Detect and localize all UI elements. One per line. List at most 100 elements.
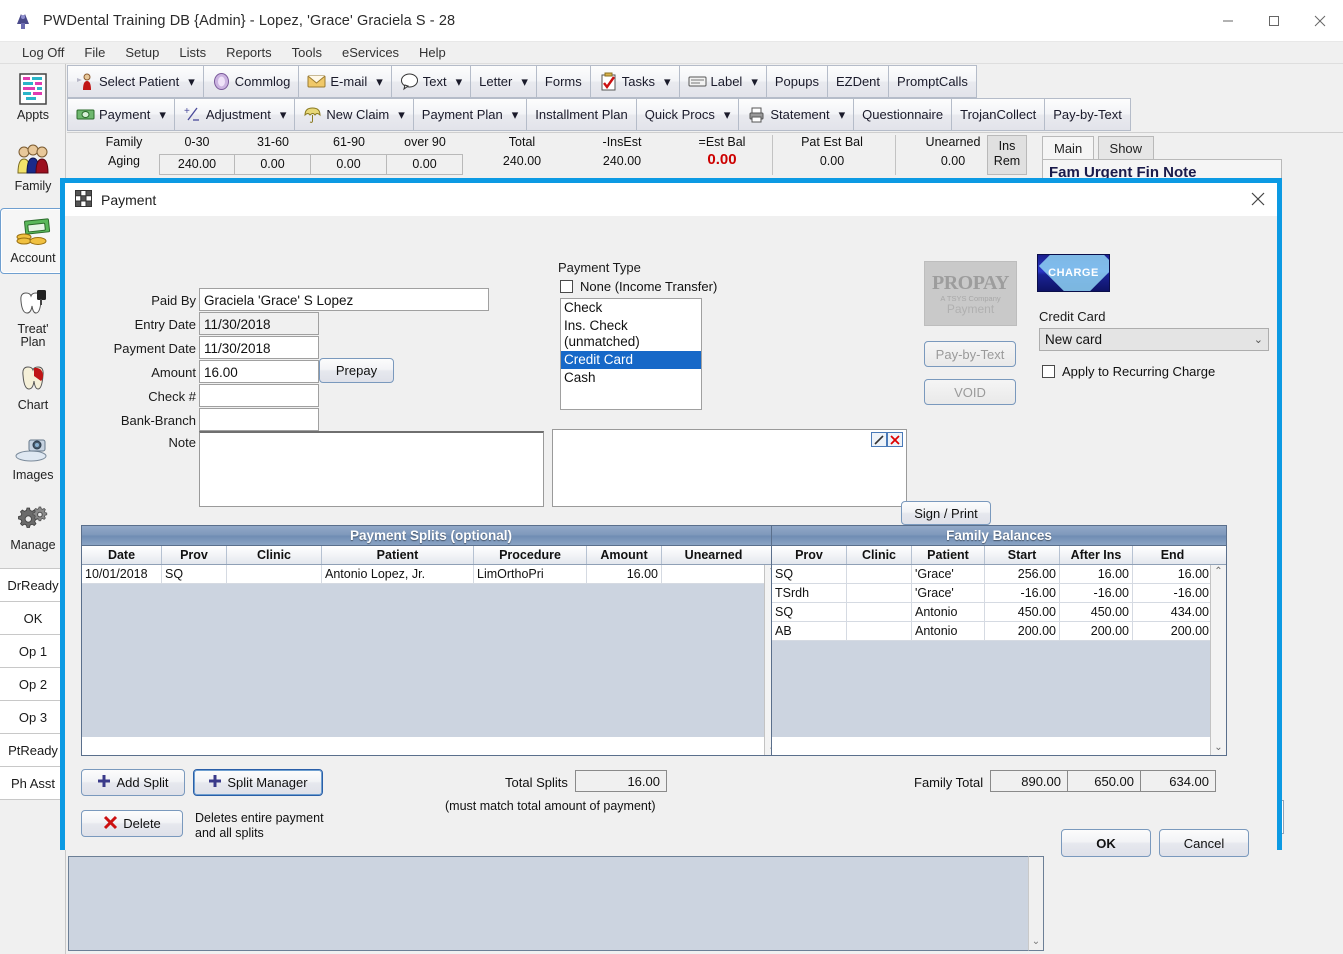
split-manager-button[interactable]: Split Manager (193, 769, 323, 796)
toolbar-button-promptcalls[interactable]: PromptCalls (889, 65, 977, 98)
column-header-patient[interactable]: Patient (322, 546, 474, 564)
table-row[interactable]: 10/01/2018 SQ Antonio Lopez, Jr. LimOrth… (82, 565, 780, 584)
payment-type-option-check[interactable]: Check (561, 299, 701, 317)
note-textarea[interactable] (199, 431, 544, 507)
menu-item-log-off[interactable]: Log Off (12, 43, 74, 62)
sidebar-status-drready[interactable]: DrReady (0, 569, 66, 602)
column-header-prov[interactable]: Prov (772, 546, 847, 564)
menu-item-reports[interactable]: Reports (216, 43, 282, 62)
sidebar-item-manage[interactable]: Manage (0, 496, 66, 562)
menu-item-eservices[interactable]: eServices (332, 43, 409, 62)
chevron-down-icon[interactable]: ▾ (188, 74, 195, 90)
add-split-button[interactable]: Add Split (81, 769, 185, 796)
sidebar-item-appts[interactable]: Appts (0, 66, 66, 132)
prepay-button[interactable]: Prepay (319, 358, 394, 383)
sidebar-item-images[interactable]: Images (0, 426, 66, 492)
payment-type-option-cash[interactable]: Cash (561, 369, 701, 387)
toolbar-button-popups[interactable]: Popups (766, 65, 828, 98)
column-header-clinic[interactable]: Clinic (847, 546, 912, 564)
sidebar-status-phasst[interactable]: Ph Asst (0, 767, 66, 800)
credit-card-select[interactable]: New card ⌄ (1039, 328, 1269, 351)
ok-button[interactable]: OK (1061, 829, 1151, 857)
toolbar-button-payment-plan[interactable]: Payment Plan ▾ (413, 98, 528, 131)
amount-input[interactable]: 16.00 (199, 360, 319, 383)
menu-item-file[interactable]: File (74, 43, 115, 62)
sidebar-status-op2[interactable]: Op 2 (0, 668, 66, 701)
family-balances-scrollbar[interactable]: ⌃ ⌄ (1210, 565, 1226, 755)
column-header-clinic[interactable]: Clinic (227, 546, 322, 564)
apply-recurring-charge-checkbox[interactable]: Apply to Recurring Charge (1042, 364, 1215, 379)
payment-splits-grid[interactable]: Payment Splits (optional) Date Prov Clin… (81, 525, 781, 756)
sidebar-item-treat-plan[interactable]: Treat' Plan (0, 280, 66, 354)
checkbox-box[interactable] (1042, 365, 1055, 378)
sidebar-item-chart[interactable]: Chart (0, 356, 66, 422)
chevron-up-icon[interactable]: ⌃ (1214, 567, 1222, 577)
red-x-icon[interactable] (887, 432, 903, 447)
entry-date-input[interactable]: 11/30/2018 (199, 312, 319, 335)
column-header-after-ins[interactable]: After Ins (1060, 546, 1133, 564)
table-row[interactable]: AB Antonio 200.00 200.00 200.00 (772, 622, 1226, 641)
toolbar-button-commlog[interactable]: Commlog (203, 65, 300, 98)
toolbar-button-trojancollect[interactable]: TrojanCollect (952, 98, 1046, 131)
column-header-patient[interactable]: Patient (912, 546, 985, 564)
toolbar-button-adjustment[interactable]: + Adjustment ▾ (174, 98, 296, 131)
column-header-end[interactable]: End (1133, 546, 1212, 564)
toolbar-button-text[interactable]: Text ▾ (391, 65, 472, 98)
table-row[interactable]: TSrdh 'Grace' -16.00 -16.00 -16.00 (772, 584, 1226, 603)
delete-button[interactable]: Delete (81, 810, 183, 837)
chevron-down-icon[interactable]: ⌄ (1032, 936, 1040, 947)
toolbar-button-statement[interactable]: Statement ▾ (739, 98, 855, 131)
chevron-down-icon[interactable]: ▾ (751, 74, 758, 90)
family-balances-grid[interactable]: Family Balances Prov Clinic Patient Star… (771, 525, 1227, 756)
checkbox-box[interactable] (560, 280, 573, 293)
column-header-amount[interactable]: Amount (587, 546, 662, 564)
payment-type-option-credit-card[interactable]: Credit Card (561, 351, 701, 369)
column-header-prov[interactable]: Prov (162, 546, 227, 564)
void-button[interactable]: VOID (924, 379, 1016, 405)
check-number-input[interactable] (199, 384, 319, 407)
toolbar-button-ezdent[interactable]: EZDent (827, 65, 890, 98)
ins-rem-tab[interactable]: Ins Rem (987, 135, 1027, 175)
tab-show[interactable]: Show (1097, 136, 1155, 161)
payment-type-listbox[interactable]: Check Ins. Check (unmatched) Credit Card… (560, 298, 702, 410)
maximize-icon[interactable] (1251, 0, 1297, 42)
sidebar-item-family[interactable]: Family (0, 137, 66, 203)
paid-by-input[interactable]: Graciela 'Grace' S Lopez (199, 288, 489, 311)
toolbar-button-select-patient[interactable]: Select Patient ▾ (67, 65, 204, 98)
column-header-date[interactable]: Date (82, 546, 162, 564)
table-row[interactable]: SQ 'Grace' 256.00 16.00 16.00 (772, 565, 1226, 584)
toolbar-button-email[interactable]: E-mail ▾ (299, 65, 392, 98)
toolbar-button-new-claim[interactable]: New Claim ▾ (295, 98, 414, 131)
cancel-button[interactable]: Cancel (1159, 829, 1249, 857)
background-lower-scrollbar[interactable]: ⌄ (1028, 856, 1044, 951)
column-header-unearned[interactable]: Unearned (662, 546, 765, 564)
close-icon[interactable] (1297, 0, 1343, 42)
chevron-down-icon[interactable]: ▾ (724, 107, 731, 123)
toolbar-button-letter[interactable]: Letter ▾ (471, 65, 537, 98)
minimize-icon[interactable] (1205, 0, 1251, 42)
toolbar-button-questionnaire[interactable]: Questionnaire (854, 98, 953, 131)
toolbar-button-payment[interactable]: Payment ▾ (67, 98, 175, 131)
chevron-down-icon[interactable]: ▾ (280, 107, 287, 123)
bank-branch-input[interactable] (199, 408, 319, 431)
sidebar-status-op1[interactable]: Op 1 (0, 635, 66, 668)
signature-pad[interactable] (552, 429, 907, 507)
chevron-down-icon[interactable]: ▾ (664, 74, 671, 90)
toolbar-button-installment-plan[interactable]: Installment Plan (527, 98, 637, 131)
toolbar-button-label-print[interactable]: Label ▾ (679, 65, 767, 98)
pencil-icon[interactable] (871, 432, 887, 447)
chevron-down-icon[interactable]: ▾ (376, 74, 383, 90)
sidebar-status-ok[interactable]: OK (0, 602, 66, 635)
toolbar-button-quick-procs[interactable]: Quick Procs ▾ (636, 98, 740, 131)
menu-item-lists[interactable]: Lists (169, 43, 216, 62)
chevron-down-icon[interactable]: ⌄ (1214, 743, 1222, 753)
column-header-procedure[interactable]: Procedure (474, 546, 587, 564)
payment-type-option-ins-check[interactable]: Ins. Check (unmatched) (561, 317, 701, 351)
payment-date-input[interactable]: 11/30/2018 (199, 336, 319, 359)
none-income-transfer-checkbox[interactable]: None (Income Transfer) (560, 279, 717, 294)
toolbar-button-forms[interactable]: Forms (536, 65, 591, 98)
chevron-down-icon[interactable]: ▾ (512, 107, 519, 123)
payment-splits-empty-area[interactable] (82, 584, 780, 737)
background-lower-list[interactable] (68, 856, 1043, 951)
chevron-down-icon[interactable]: ▾ (398, 107, 405, 123)
